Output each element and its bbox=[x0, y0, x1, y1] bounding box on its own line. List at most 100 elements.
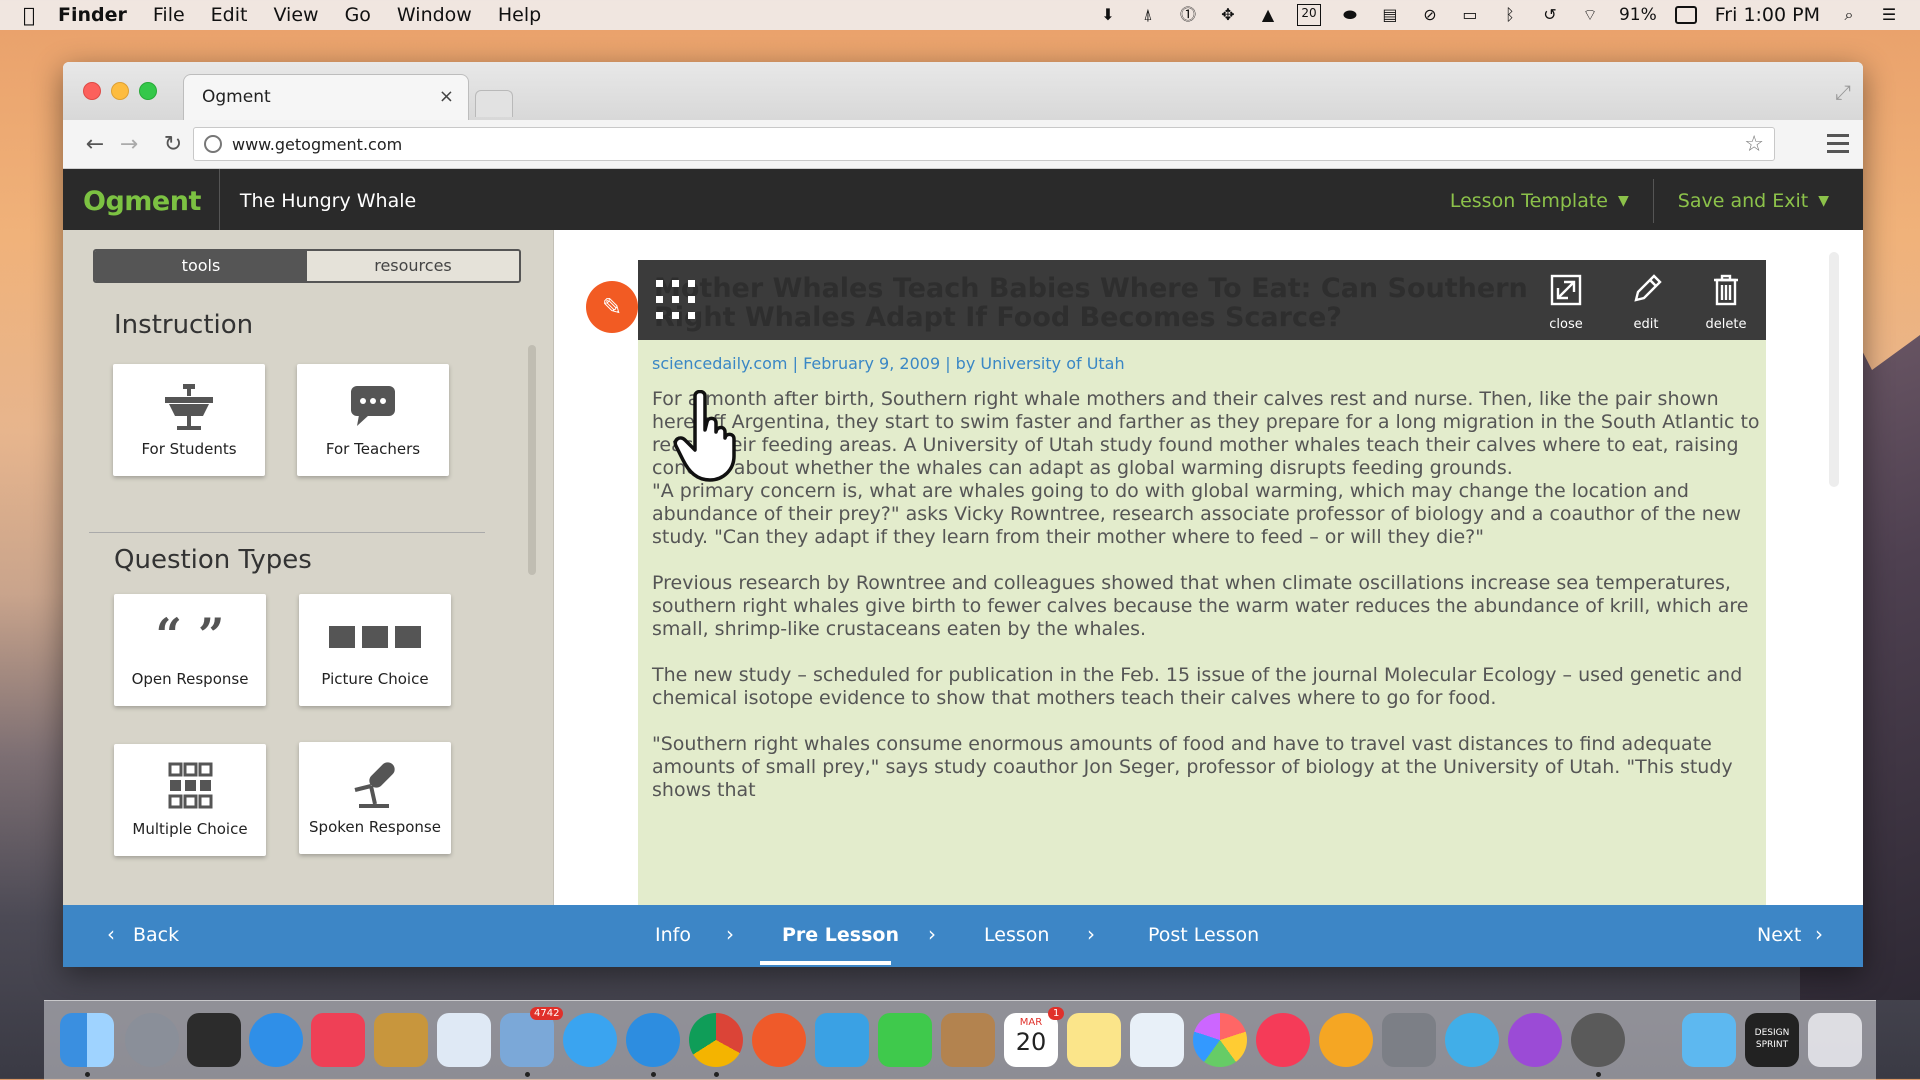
address-bar[interactable]: www.getogment.com ☆ bbox=[193, 127, 1775, 161]
tool-for-students[interactable]: For Students bbox=[113, 364, 265, 476]
lesson-title[interactable]: The Hungry Whale bbox=[240, 190, 416, 212]
lesson-template-dropdown[interactable]: Lesson Template ▼ bbox=[1426, 190, 1653, 212]
reddit-icon[interactable] bbox=[752, 1013, 806, 1067]
minimize-window-button[interactable] bbox=[111, 82, 129, 100]
menu-file[interactable]: File bbox=[153, 4, 185, 26]
question-types-heading: Question Types bbox=[114, 545, 312, 575]
bluetooth-icon[interactable]: ᛒ bbox=[1499, 5, 1521, 25]
close-window-button[interactable] bbox=[83, 82, 101, 100]
launchpad-icon[interactable] bbox=[125, 1013, 179, 1067]
hat-icon[interactable]: ⬬ bbox=[1339, 5, 1361, 25]
design-sprint-book-icon[interactable]: DESIGN SPRINT bbox=[1745, 1013, 1799, 1067]
mail-icon[interactable] bbox=[500, 1013, 554, 1067]
menu-window[interactable]: Window bbox=[397, 4, 472, 26]
back-arrow-icon[interactable]: ← bbox=[83, 132, 107, 157]
menu-help[interactable]: Help bbox=[498, 4, 541, 26]
tool-label: For Students bbox=[141, 440, 237, 458]
content-scrollbar[interactable] bbox=[1829, 252, 1839, 487]
itunes-icon[interactable] bbox=[1256, 1013, 1310, 1067]
step-info[interactable]: Info bbox=[655, 924, 691, 946]
do-not-disturb-icon[interactable]: ⊘ bbox=[1419, 5, 1441, 25]
wifi-icon[interactable]: ⌔ bbox=[1579, 5, 1601, 25]
reload-icon[interactable]: ↻ bbox=[161, 132, 185, 157]
url-text[interactable]: www.getogment.com bbox=[232, 135, 402, 154]
article-paragraph: The new study – scheduled for publicatio… bbox=[652, 664, 1743, 709]
bookmark-star-icon[interactable]: ☆ bbox=[1744, 132, 1764, 157]
tool-open-response[interactable]: “ ” Open Response bbox=[114, 594, 266, 706]
tab-tools[interactable]: tools bbox=[95, 251, 307, 281]
dropbox-icon[interactable]: ✥ bbox=[1217, 5, 1239, 25]
clock[interactable]: Fri 1:00 PM bbox=[1715, 4, 1820, 26]
step-post-lesson[interactable]: Post Lesson bbox=[1148, 924, 1259, 946]
tweetbot-icon[interactable] bbox=[815, 1013, 869, 1067]
system-preferences-icon[interactable] bbox=[1382, 1013, 1436, 1067]
browser-menu-icon[interactable] bbox=[1827, 134, 1849, 158]
tool-label: Spoken Response bbox=[309, 818, 441, 836]
airplay-icon[interactable]: ▭ bbox=[1459, 5, 1481, 25]
back-button[interactable]: Back bbox=[133, 924, 179, 946]
keyboard-icon[interactable]: ▤ bbox=[1379, 5, 1401, 25]
menu-edit[interactable]: Edit bbox=[211, 4, 248, 26]
safari-icon[interactable] bbox=[626, 1013, 680, 1067]
menu-go[interactable]: Go bbox=[345, 4, 371, 26]
spotlight-search-icon[interactable]: ⌕ bbox=[1838, 5, 1860, 25]
sidebar-scrollbar[interactable] bbox=[528, 345, 536, 575]
tool-multiple-choice[interactable]: Multiple Choice bbox=[114, 744, 266, 856]
forward-arrow-icon[interactable]: → bbox=[117, 132, 141, 157]
podcast-icon[interactable] bbox=[1508, 1013, 1562, 1067]
edit-button[interactable]: edit bbox=[1606, 260, 1686, 340]
drag-handle-icon[interactable] bbox=[656, 280, 696, 320]
menu-view[interactable]: View bbox=[273, 4, 318, 26]
delete-button[interactable]: delete bbox=[1686, 260, 1766, 340]
fullscreen-icon[interactable]: ⤢ bbox=[1835, 80, 1851, 104]
battery-icon[interactable] bbox=[1674, 6, 1697, 24]
tool-spoken-response[interactable]: Spoken Response bbox=[299, 742, 451, 854]
pocket-icon[interactable] bbox=[311, 1013, 365, 1067]
tab-resources[interactable]: resources bbox=[307, 251, 519, 281]
trash-bin-icon[interactable] bbox=[1808, 1013, 1862, 1067]
screen-capture-icon[interactable] bbox=[1445, 1013, 1499, 1067]
download-icon[interactable]: ⬇ bbox=[1097, 5, 1119, 25]
apple-menu-icon[interactable]:  bbox=[0, 3, 58, 27]
onepassword-icon[interactable]: ⓵ bbox=[1177, 5, 1199, 25]
article-resource-icon[interactable]: ✎ bbox=[586, 281, 638, 333]
broom-icon[interactable]: ⍋ bbox=[1137, 5, 1159, 25]
paper-plane-icon[interactable] bbox=[437, 1013, 491, 1067]
app-store-icon[interactable] bbox=[249, 1013, 303, 1067]
sketch-app-icon[interactable] bbox=[1571, 1013, 1625, 1067]
chevron-right-icon: › bbox=[1087, 922, 1095, 946]
tool-for-teachers[interactable]: For Teachers bbox=[297, 364, 449, 476]
contacts-icon[interactable] bbox=[941, 1013, 995, 1067]
desk-icon bbox=[113, 382, 265, 432]
tool-picture-choice[interactable]: Picture Choice bbox=[299, 594, 451, 706]
ibooks-icon[interactable] bbox=[1319, 1013, 1373, 1067]
close-button[interactable]: close bbox=[1526, 260, 1606, 340]
time-machine-icon[interactable]: ↺ bbox=[1539, 5, 1561, 25]
picture-blocks-icon bbox=[299, 612, 451, 662]
ogment-logo[interactable]: Ogment bbox=[83, 186, 201, 217]
folder-icon[interactable] bbox=[1682, 1013, 1736, 1067]
notification-center-icon[interactable]: ☰ bbox=[1878, 5, 1900, 25]
alert-bell-icon[interactable]: ▲ bbox=[1257, 5, 1279, 25]
zoom-window-button[interactable] bbox=[139, 82, 157, 100]
messages-icon[interactable] bbox=[563, 1013, 617, 1067]
browser-tab-ogment[interactable]: Ogment × bbox=[183, 74, 469, 120]
calendar-icon[interactable]: 20 bbox=[1296, 4, 1321, 26]
step-lesson[interactable]: Lesson bbox=[984, 924, 1049, 946]
save-exit-dropdown[interactable]: Save and Exit ▼ bbox=[1654, 190, 1853, 212]
save-exit-label: Save and Exit bbox=[1677, 190, 1809, 212]
finder-icon[interactable] bbox=[60, 1013, 114, 1067]
notes-icon[interactable] bbox=[1067, 1013, 1121, 1067]
menu-app-finder[interactable]: Finder bbox=[58, 4, 127, 26]
photos-icon[interactable] bbox=[1193, 1013, 1247, 1067]
package-icon[interactable] bbox=[374, 1013, 428, 1067]
chrome-icon[interactable] bbox=[689, 1013, 743, 1067]
activity-monitor-icon[interactable] bbox=[187, 1013, 241, 1067]
tab-close-icon[interactable]: × bbox=[439, 75, 454, 119]
step-pre-lesson[interactable]: Pre Lesson bbox=[782, 924, 899, 946]
facetime-icon[interactable] bbox=[878, 1013, 932, 1067]
dock-calendar-icon[interactable]: MAR 20 bbox=[1004, 1013, 1058, 1067]
next-button[interactable]: Next bbox=[1757, 924, 1801, 946]
new-tab-button[interactable] bbox=[475, 90, 513, 117]
preview-icon[interactable] bbox=[1130, 1013, 1184, 1067]
